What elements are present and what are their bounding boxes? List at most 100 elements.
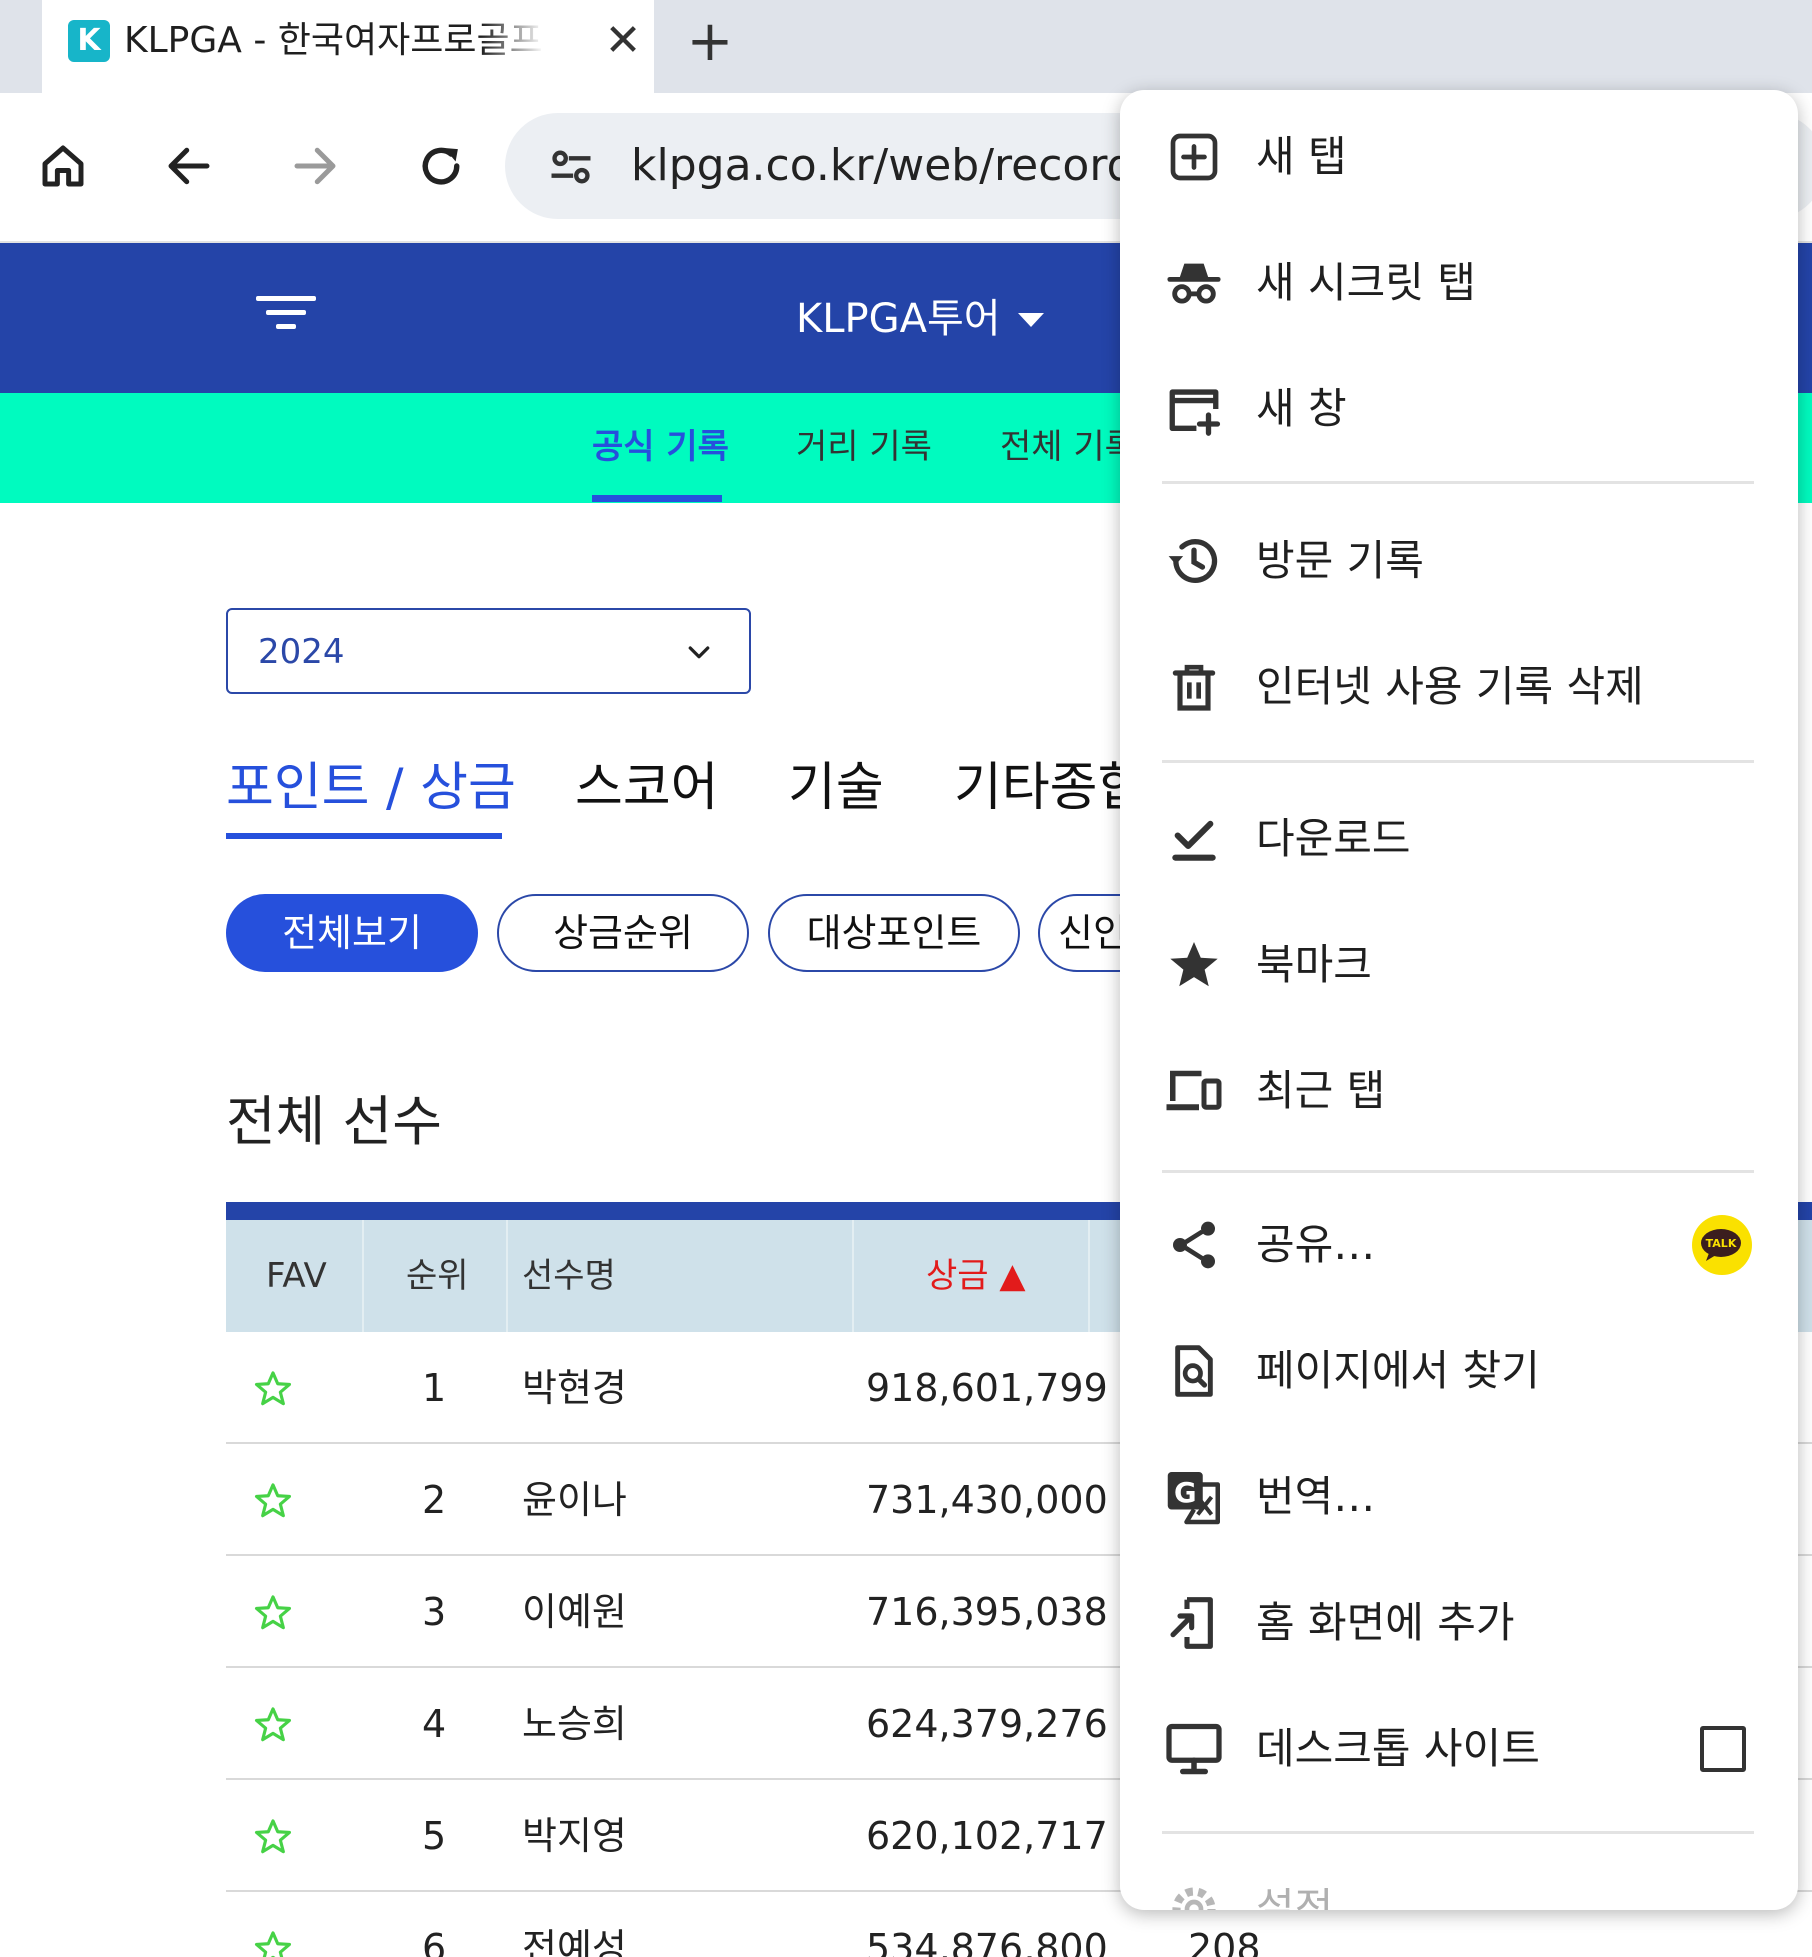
chevron-down-icon <box>688 646 710 659</box>
forward-arrow-icon <box>294 147 336 185</box>
desktop-site-checkbox[interactable] <box>1700 1726 1746 1772</box>
caret-down-icon[interactable] <box>1018 313 1044 327</box>
svg-text:G: G <box>1174 1477 1197 1509</box>
menu-item-incognito-tab[interactable]: 새 시크릿 탭 <box>1120 224 1798 342</box>
star-icon <box>1164 935 1224 995</box>
year-value: 2024 <box>258 632 345 672</box>
menu-label: 설정 <box>1256 1884 1334 1910</box>
header-name: 선수명 <box>522 1256 616 1296</box>
menu-divider <box>1162 1170 1754 1173</box>
subnav-all-records[interactable]: 전체 기록 <box>1000 423 1136 471</box>
player-name-cell[interactable]: 박현경 <box>522 1332 627 1444</box>
tab-close-icon[interactable]: ✕ <box>598 16 648 66</box>
tab-points-prize[interactable]: 포인트 / 상금 <box>226 752 516 824</box>
menu-item-desktop-site[interactable]: 데스크톱 사이트 <box>1120 1690 1798 1808</box>
favorite-star-icon[interactable] <box>252 1368 294 1410</box>
section-title: 전체 선수 <box>226 1090 442 1153</box>
filter-menu-icon[interactable] <box>256 288 320 338</box>
subnav-distance-records[interactable]: 거리 기록 <box>796 423 932 471</box>
favorite-star-icon[interactable] <box>252 1816 294 1858</box>
tab-score[interactable]: 스코어 <box>575 752 719 824</box>
menu-item-bookmarks[interactable]: 북마크 <box>1120 906 1798 1024</box>
home-button[interactable] <box>28 131 98 201</box>
new-tab-icon <box>1164 127 1224 187</box>
header-rank: 순위 <box>406 1256 469 1296</box>
find-icon <box>1164 1341 1224 1401</box>
favorite-star-icon[interactable] <box>252 1480 294 1522</box>
menu-label: 데스크톱 사이트 <box>1256 1724 1540 1773</box>
menu-item-add-to-home[interactable]: 홈 화면에 추가 <box>1120 1564 1798 1682</box>
favorite-star-icon[interactable] <box>252 1704 294 1746</box>
subnav-official-records[interactable]: 공식 기록 <box>592 423 729 471</box>
menu-item-new-tab[interactable]: 새 탭 <box>1120 98 1798 216</box>
favorite-star-icon[interactable] <box>252 1928 294 1957</box>
menu-label: 인터넷 사용 기록 삭제 <box>1256 662 1644 711</box>
desktop-icon <box>1164 1719 1224 1779</box>
home-icon <box>42 145 84 187</box>
menu-label: 방문 기록 <box>1256 536 1424 585</box>
menu-divider <box>1162 1831 1754 1834</box>
menu-item-settings[interactable]: 설정 <box>1120 1850 1798 1910</box>
menu-label: 새 시크릿 탭 <box>1256 258 1476 307</box>
header-divider <box>852 1220 854 1332</box>
chip-grand-points[interactable]: 대상포인트 <box>768 894 1020 972</box>
prize-cell: 716,395,038 <box>866 1590 1108 1634</box>
favorite-star-icon[interactable] <box>252 1592 294 1634</box>
menu-label: 페이지에서 찾기 <box>1256 1346 1540 1395</box>
main-tab-active-indicator <box>226 833 502 839</box>
browser-tab[interactable]: K KLPGA - 한국여자프로골프협회 ✕ <box>42 0 654 93</box>
menu-item-new-window[interactable]: 새 창 <box>1120 350 1798 468</box>
kakaotalk-share-icon[interactable]: TALK <box>1692 1215 1752 1275</box>
menu-item-downloads[interactable]: 다운로드 <box>1120 780 1798 898</box>
share-icon <box>1164 1215 1224 1275</box>
new-tab-plus-icon[interactable]: + <box>680 12 740 72</box>
site-settings-tune-icon <box>551 150 591 184</box>
translate-icon: G <box>1164 1467 1224 1527</box>
gear-icon <box>1164 1879 1224 1910</box>
rank-cell: 2 <box>422 1478 447 1522</box>
screen: K KLPGA - 한국여자프로골프협회 ✕ + klpga.co.kr/web… <box>0 0 1812 1957</box>
menu-item-translate[interactable]: G 번역… <box>1120 1438 1798 1556</box>
player-name-cell[interactable]: 윤이나 <box>522 1444 627 1556</box>
menu-item-recent-tabs[interactable]: 최근 탭 <box>1120 1032 1798 1150</box>
menu-divider <box>1162 481 1754 484</box>
chip-prize-rank[interactable]: 상금순위 <box>497 894 749 972</box>
rank-cell: 1 <box>422 1366 447 1410</box>
back-button[interactable] <box>154 131 224 201</box>
prize-cell: 731,430,000 <box>866 1478 1108 1522</box>
back-arrow-icon <box>168 147 210 185</box>
menu-item-find-in-page[interactable]: 페이지에서 찾기 <box>1120 1312 1798 1430</box>
player-name-cell[interactable]: 노승희 <box>522 1668 627 1780</box>
menu-label: 새 탭 <box>1256 132 1347 181</box>
menu-label: 번역… <box>1256 1472 1376 1521</box>
prize-cell: 624,379,276 <box>866 1702 1108 1746</box>
add-to-home-icon <box>1164 1593 1224 1653</box>
prize-cell: 534,876,800 <box>866 1926 1108 1957</box>
header-prize-sorted[interactable]: 상금 ▲ <box>926 1220 1026 1332</box>
menu-label: 북마크 <box>1256 940 1372 989</box>
header-divider <box>362 1220 364 1332</box>
player-name-cell[interactable]: 박지영 <box>522 1780 627 1892</box>
player-name-cell[interactable]: 이예원 <box>522 1556 627 1668</box>
kakao-talk-text: TALK <box>1706 1237 1737 1250</box>
menu-label: 최근 탭 <box>1256 1066 1386 1115</box>
klpga-favicon-icon: K <box>68 20 110 62</box>
site-title[interactable]: KLPGA투어 <box>796 293 1001 345</box>
menu-item-clear-browsing-data[interactable]: 인터넷 사용 기록 삭제 <box>1120 628 1798 746</box>
chip-view-all[interactable]: 전체보기 <box>226 894 478 972</box>
year-select[interactable]: 2024 <box>226 608 751 694</box>
browser-overflow-menu: 새 탭 새 시크릿 탭 새 창 방문 기록 인터넷 사용 기록 삭제 다운로드 … <box>1120 90 1798 1910</box>
player-name-cell[interactable]: 전예성 <box>522 1892 627 1957</box>
tab-skill[interactable]: 기술 <box>788 752 884 824</box>
tab-etc[interactable]: 기타종합 <box>954 752 1145 824</box>
forward-button[interactable] <box>280 131 350 201</box>
incognito-icon <box>1164 253 1224 313</box>
new-window-icon <box>1164 379 1224 439</box>
header-divider <box>506 1220 508 1332</box>
menu-item-history[interactable]: 방문 기록 <box>1120 502 1798 620</box>
tab-title: KLPGA - 한국여자프로골프협회 <box>124 20 544 61</box>
devices-icon <box>1164 1061 1224 1121</box>
url-text: klpga.co.kr/web/record/p <box>631 140 1178 191</box>
menu-item-share[interactable]: 공유… TALK <box>1120 1186 1798 1304</box>
reload-button[interactable] <box>406 131 476 201</box>
